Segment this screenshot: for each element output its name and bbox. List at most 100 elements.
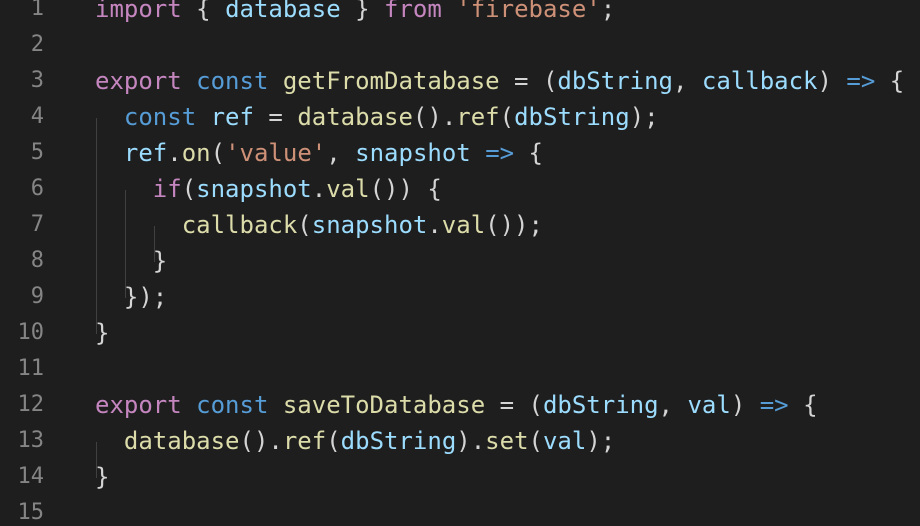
code-text[interactable]: export const getFromDatabase = (dbString… [95, 63, 904, 99]
line-number: 15 [17, 500, 45, 525]
code-text[interactable]: } [95, 243, 167, 279]
code-line[interactable]: 12 export const saveToDatabase = (dbStrin… [0, 387, 920, 423]
code-token: , [673, 67, 702, 95]
code-token: ref [123, 139, 168, 167]
code-token: if [152, 175, 182, 203]
code-line[interactable]: 8 } [0, 243, 920, 279]
code-token: { [788, 391, 818, 419]
code-token: = [253, 103, 298, 131]
code-text[interactable]: callback(snapshot.val()); [95, 207, 543, 243]
line-number: 6 [30, 176, 44, 201]
code-token: val [687, 391, 731, 419]
code-token: 'value' [225, 139, 327, 167]
code-token: database [123, 427, 240, 455]
code-token: ( [499, 103, 515, 131]
code-token: . [167, 139, 182, 167]
code-token: (). [239, 427, 283, 455]
code-token: snapshot [311, 211, 428, 239]
code-line[interactable]: 1 import { database } from 'firebase'; [0, 0, 920, 27]
code-token: export [95, 391, 182, 419]
code-text[interactable]: const ref = database().ref(dbString); [95, 99, 659, 135]
code-token: } [95, 247, 168, 275]
code-token: ()); [485, 211, 543, 239]
code-token: const [123, 103, 197, 131]
code-token: ( [326, 427, 341, 455]
code-token: { [181, 0, 226, 23]
code-line[interactable]: 2 [0, 27, 920, 63]
code-token: database [225, 0, 341, 23]
code-line[interactable]: 3 export const getFromDatabase = (dbStrin… [0, 63, 920, 99]
code-token: from [384, 0, 442, 23]
code-token: => [846, 67, 876, 95]
code-token: , [658, 391, 688, 419]
code-text[interactable]: } [95, 315, 109, 351]
line-number: 14 [17, 464, 45, 489]
code-token: callback [181, 211, 298, 239]
code-editor[interactable]: 1 import { database } from 'firebase'; 2 3 e… [0, 0, 920, 526]
line-number: 12 [17, 392, 45, 417]
code-token: ( [528, 427, 543, 455]
line-number: 3 [30, 68, 44, 93]
line-number: 13 [17, 428, 45, 453]
code-token: on [181, 139, 211, 167]
code-token: saveToDatabase [282, 391, 486, 419]
code-token: dbString [542, 391, 659, 419]
line-number: 9 [30, 284, 44, 309]
code-line[interactable]: 15 [0, 495, 920, 526]
code-token: val [326, 175, 370, 203]
code-token: 'firebase' [456, 0, 601, 23]
code-token: ); [629, 103, 659, 131]
code-line[interactable]: 4 const ref = database().ref(dbString); [0, 99, 920, 135]
code-line[interactable]: 14} [0, 459, 920, 495]
line-number: 2 [30, 32, 44, 57]
code-line[interactable]: 6 if(snapshot.val()) { [0, 171, 920, 207]
code-token: export [95, 67, 182, 95]
code-token: => [485, 139, 515, 167]
code-line[interactable]: 5 ref.on('value', snapshot => { [0, 135, 920, 171]
code-token: ( [297, 211, 312, 239]
code-text[interactable]: export const saveToDatabase = (dbString,… [95, 387, 818, 423]
code-token: ); [586, 427, 616, 455]
code-token: => [759, 391, 789, 419]
code-line[interactable]: 9 }); [0, 279, 920, 315]
code-text[interactable]: if(snapshot.val()) { [95, 171, 442, 207]
code-text[interactable]: }); [95, 279, 167, 315]
code-token: const [196, 391, 269, 419]
code-token: database [297, 103, 413, 131]
code-token: snapshot [355, 139, 471, 167]
code-token: ( [210, 139, 226, 167]
code-token: ( [181, 175, 197, 203]
line-number: 5 [30, 140, 44, 165]
code-line[interactable]: 13 database().ref(dbString).set(val); [0, 423, 920, 459]
code-text[interactable]: database().ref(dbString).set(val); [95, 423, 615, 459]
code-token: const [196, 67, 269, 95]
code-token: { [514, 139, 543, 167]
code-token: dbString [514, 103, 630, 131]
code-line[interactable]: 10} [0, 315, 920, 351]
code-line[interactable]: 7 callback(snapshot.val()); [0, 207, 920, 243]
code-token: ref [282, 427, 327, 455]
code-token: }); [95, 283, 168, 311]
line-number: 11 [17, 356, 45, 381]
line-number: 8 [30, 248, 44, 273]
code-token: ). [456, 427, 486, 455]
code-token: . [427, 211, 442, 239]
code-token: dbString [557, 67, 673, 95]
code-text[interactable]: import { database } from 'firebase'; [95, 0, 615, 27]
code-text[interactable]: ref.on('value', snapshot => { [95, 135, 543, 171]
code-text[interactable]: } [95, 459, 109, 495]
code-token: callback [701, 67, 818, 95]
line-number: 7 [30, 212, 44, 237]
code-line[interactable]: 11 [0, 351, 920, 387]
